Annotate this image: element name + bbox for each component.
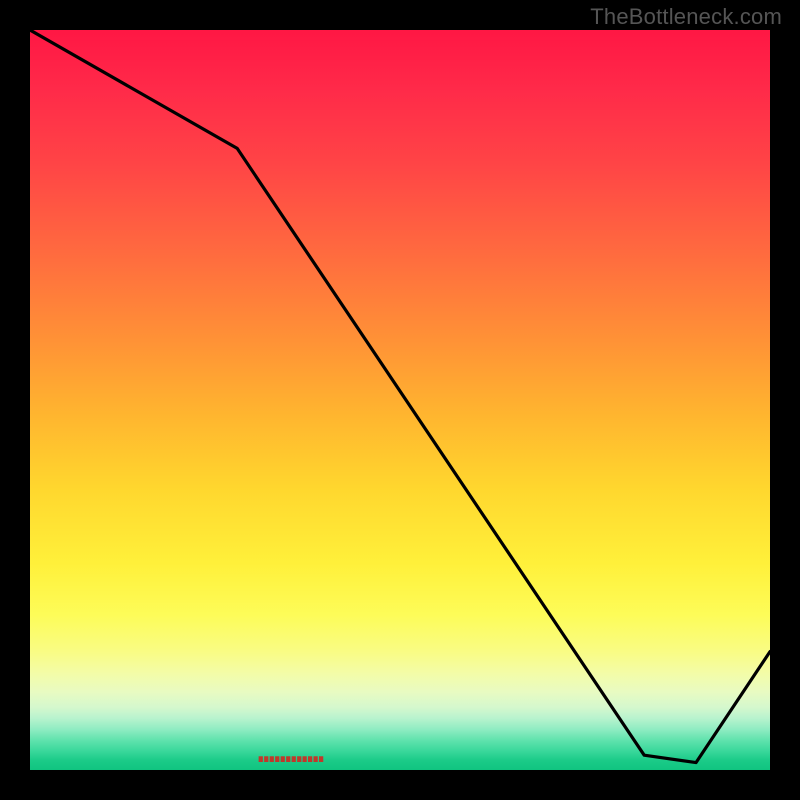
data-line [30,30,770,763]
plot-area: ∎∎∎∎∎∎∎∎∎∎∎∎ [30,30,770,770]
watermark-text: TheBottleneck.com [590,4,782,30]
chart-line-layer [30,30,770,770]
chart-frame: TheBottleneck.com ∎∎∎∎∎∎∎∎∎∎∎∎ [0,0,800,800]
